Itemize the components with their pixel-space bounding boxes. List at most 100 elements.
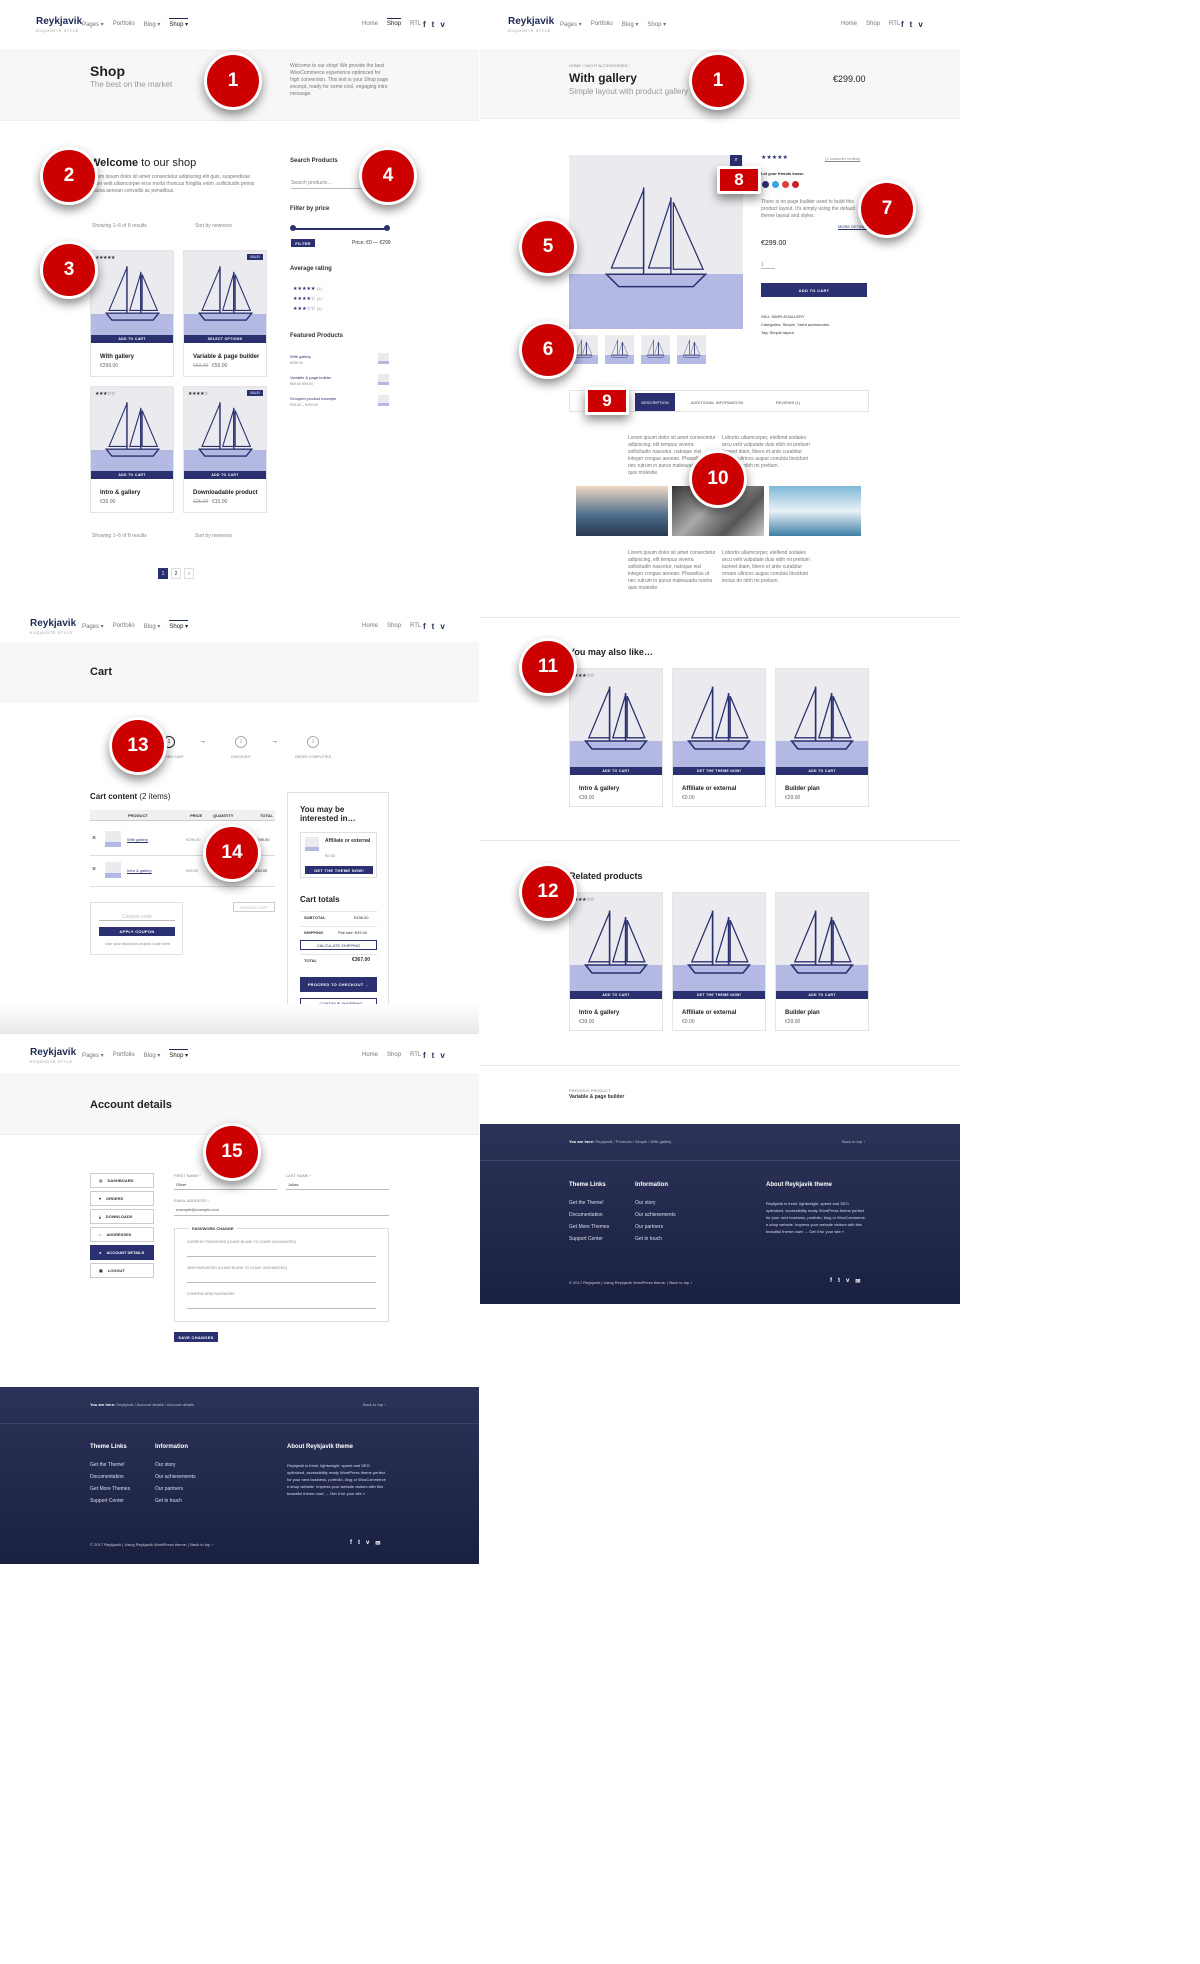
cross-sell-name[interactable]: Affiliate or external bbox=[325, 838, 375, 844]
menu-pages[interactable]: Pages ▾ bbox=[82, 21, 104, 28]
twitter-icon[interactable]: t bbox=[432, 20, 435, 29]
facebook-icon[interactable]: f bbox=[350, 1540, 352, 1547]
googleplus-icon[interactable] bbox=[782, 181, 789, 188]
facebook-icon[interactable]: f bbox=[423, 1051, 426, 1060]
footer-link[interactable]: Our partners bbox=[635, 1224, 676, 1230]
sort-select-bottom[interactable]: Sort by newness bbox=[195, 533, 232, 539]
menu-rtl[interactable]: RTL bbox=[410, 1052, 421, 1058]
back-to-top-link[interactable]: Back to top ↑ bbox=[842, 1139, 865, 1144]
menu-home[interactable]: Home bbox=[362, 623, 378, 629]
twitter-icon[interactable]: t bbox=[432, 622, 435, 631]
menu-rtl[interactable]: RTL bbox=[410, 21, 421, 27]
search-input[interactable]: Search products… bbox=[291, 180, 363, 189]
gallery-thumbnail[interactable] bbox=[641, 335, 670, 364]
add-to-cart-button[interactable]: ADD TO CART bbox=[761, 283, 867, 297]
last-name-input[interactable]: Jultas bbox=[288, 1182, 298, 1187]
menu-pages[interactable]: Pages ▾ bbox=[560, 21, 582, 28]
twitter-icon[interactable]: t bbox=[358, 1540, 360, 1547]
facebook-icon[interactable]: f bbox=[423, 20, 426, 29]
page-1[interactable]: 1 bbox=[158, 568, 168, 579]
product-card[interactable]: ★★★☆☆ ADD TO CART Intro & gallery €39.00 bbox=[569, 668, 663, 807]
footer-link[interactable]: Our partners bbox=[155, 1486, 196, 1492]
vimeo-icon[interactable]: v bbox=[846, 1278, 849, 1285]
update-cart-button[interactable]: UPDATE CART bbox=[233, 902, 275, 912]
vimeo-icon[interactable]: v bbox=[440, 622, 444, 631]
card-button[interactable]: GET THE THEME NOW! bbox=[673, 767, 765, 775]
product-card[interactable]: ★★★☆☆ ADD TO CART Intro & gallery €39.00 bbox=[569, 892, 663, 1031]
account-nav-item[interactable]: ⌂ ADDRESSES bbox=[90, 1227, 154, 1242]
next-page[interactable]: › bbox=[184, 568, 194, 579]
footer-link[interactable]: Get in touch bbox=[155, 1498, 196, 1504]
remove-icon[interactable]: × bbox=[92, 866, 96, 873]
product-image[interactable] bbox=[673, 893, 765, 999]
account-nav-item[interactable]: ▣ LOGOUT bbox=[90, 1263, 154, 1278]
vimeo-icon[interactable]: v bbox=[440, 20, 444, 29]
product-card[interactable]: GET THE THEME NOW! Affiliate or external €… bbox=[672, 668, 766, 807]
cart-item-name[interactable]: Intro & gallery bbox=[127, 868, 152, 873]
footer-link[interactable]: Our story bbox=[155, 1462, 196, 1468]
vimeo-icon[interactable]: v bbox=[918, 20, 922, 29]
reviews-link[interactable]: (1 customer review) bbox=[825, 156, 860, 161]
product-card[interactable]: ★★★★☆ SALE! ADD TO CART Downloadable produc… bbox=[183, 386, 267, 513]
footer-link[interactable]: Get the Theme! bbox=[90, 1462, 130, 1468]
featured-product[interactable]: Variable & page builder €69.00 €59.00 bbox=[290, 375, 331, 386]
account-nav-item[interactable]: ▾ ORDERS bbox=[90, 1191, 154, 1206]
email-input[interactable]: example@example.com bbox=[176, 1207, 219, 1212]
product-card[interactable]: SALE! SELECT OPTIONS Variable & page build… bbox=[183, 250, 267, 377]
first-name-input[interactable]: Oliver bbox=[176, 1182, 186, 1187]
menu-shop[interactable]: Shop ▾ bbox=[169, 18, 189, 28]
rating-filter-item[interactable]: ★★★★☆ (1) bbox=[293, 296, 322, 302]
product-image[interactable] bbox=[570, 669, 662, 775]
price-slider[interactable] bbox=[292, 228, 388, 230]
menu-blog[interactable]: Blog ▾ bbox=[622, 21, 639, 28]
product-name[interactable]: With gallery bbox=[100, 354, 134, 360]
product-name[interactable]: Variable & page builder bbox=[193, 354, 259, 360]
card-button[interactable]: ADD TO CART bbox=[570, 767, 662, 775]
tab-reviews[interactable]: REVIEWS (1) bbox=[770, 393, 806, 411]
save-changes-button[interactable]: SAVE CHANGES bbox=[174, 1332, 218, 1342]
menu-blog[interactable]: Blog ▾ bbox=[144, 21, 161, 28]
footer-link[interactable]: Get More Themes bbox=[569, 1224, 609, 1230]
featured-thumb[interactable] bbox=[378, 374, 389, 385]
proceed-checkout-button[interactable]: PROCEED TO CHECKOUT → bbox=[300, 977, 377, 992]
product-name[interactable]: Affiliate or external bbox=[682, 1010, 736, 1016]
pinterest-icon[interactable] bbox=[792, 181, 799, 188]
product-name[interactable]: Intro & gallery bbox=[579, 1010, 619, 1016]
card-button[interactable]: GET THE THEME NOW! bbox=[673, 991, 765, 999]
footer-link[interactable]: Documentation bbox=[90, 1474, 130, 1480]
sort-select[interactable]: Sort by newness bbox=[195, 223, 232, 229]
facebook-icon[interactable]: f bbox=[901, 20, 904, 29]
product-image[interactable] bbox=[91, 251, 173, 343]
facebook-icon[interactable]: f bbox=[830, 1278, 832, 1285]
product-image[interactable] bbox=[184, 251, 266, 343]
product-card[interactable]: ★★★★★ ADD TO CART With gallery €299.00 bbox=[90, 250, 174, 377]
card-button[interactable]: ADD TO CART bbox=[184, 471, 266, 479]
product-card[interactable]: ★★★☆☆ ADD TO CART Intro & gallery €39.00 bbox=[90, 386, 174, 513]
rating-filter-item[interactable]: ★★★☆☆ (1) bbox=[293, 306, 322, 312]
product-image[interactable] bbox=[776, 669, 868, 775]
menu-pages[interactable]: Pages ▾ bbox=[82, 623, 104, 630]
footer-link[interactable]: Get the Theme! bbox=[569, 1200, 609, 1206]
menu-home[interactable]: Home bbox=[362, 21, 378, 27]
card-button[interactable]: ADD TO CART bbox=[776, 991, 868, 999]
product-name[interactable]: Downloadable product bbox=[193, 490, 258, 496]
card-button[interactable]: ADD TO CART bbox=[776, 767, 868, 775]
menu-portfolio[interactable]: Portfolio bbox=[113, 21, 135, 28]
cart-item-name[interactable]: With gallery bbox=[127, 837, 148, 842]
cart-item-thumb[interactable] bbox=[105, 831, 121, 847]
twitter-icon[interactable]: t bbox=[432, 1051, 435, 1060]
cart-item-thumb[interactable] bbox=[105, 862, 121, 878]
menu-shop-right[interactable]: Shop bbox=[387, 1052, 401, 1058]
product-image[interactable] bbox=[673, 669, 765, 775]
featured-product[interactable]: With gallery €299.00 bbox=[290, 354, 311, 365]
card-button[interactable]: ADD TO CART bbox=[91, 471, 173, 479]
site-logo[interactable]: Reykjavik EXQUISITE STYLE bbox=[36, 17, 82, 35]
twitter-icon[interactable]: t bbox=[910, 20, 913, 29]
menu-portfolio[interactable]: Portfolio bbox=[113, 1052, 135, 1059]
card-button[interactable]: SELECT OPTIONS bbox=[184, 335, 266, 343]
menu-home[interactable]: Home bbox=[841, 21, 857, 27]
tab-additional-information[interactable]: ADDITIONAL INFORMATION bbox=[687, 393, 747, 411]
calculate-shipping-button[interactable]: CALCULATE SHIPPING bbox=[300, 940, 377, 950]
tab-description[interactable]: DESCRIPTION bbox=[635, 393, 675, 411]
product-name[interactable]: Intro & gallery bbox=[100, 490, 140, 496]
